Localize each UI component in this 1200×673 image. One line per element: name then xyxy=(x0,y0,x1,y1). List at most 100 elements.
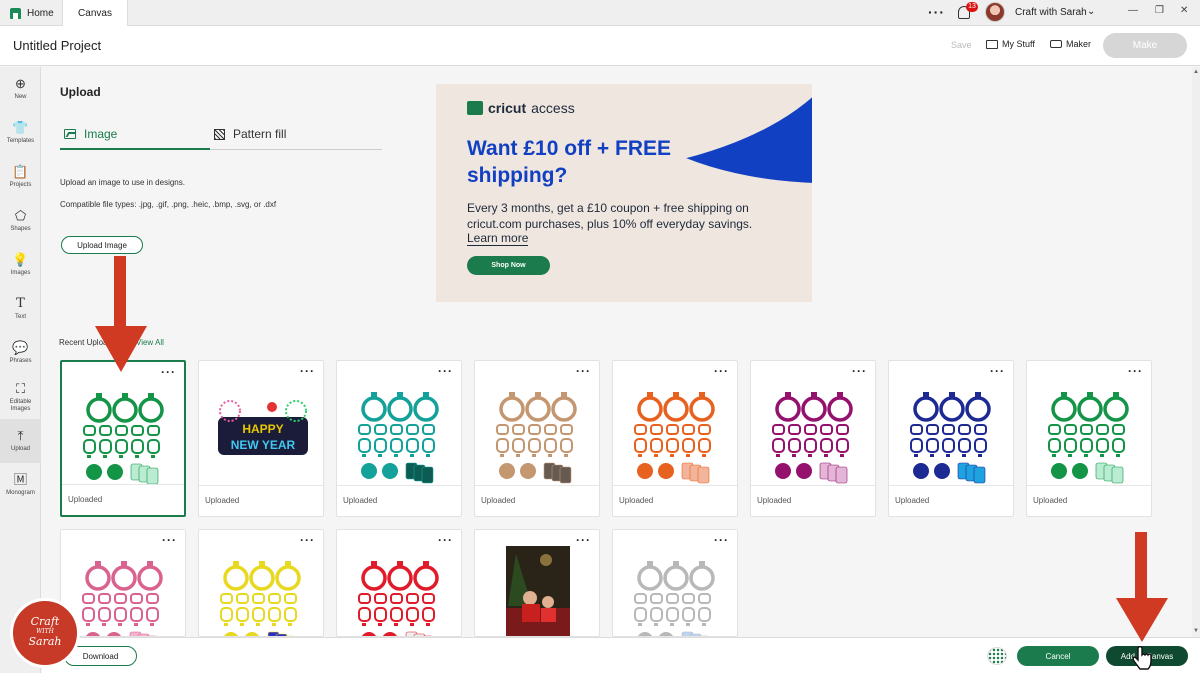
scroll-up-icon[interactable]: ▲ xyxy=(1193,69,1199,75)
upload-card[interactable]: ··· xyxy=(336,529,462,637)
card-more-icon[interactable]: ··· xyxy=(300,534,315,546)
sidebar-item-monogram[interactable]: 🄼 Monogram xyxy=(0,463,41,507)
ad-headline: Want £10 off + FREE shipping? xyxy=(467,137,672,187)
card-more-icon[interactable]: ··· xyxy=(162,534,177,546)
page-title[interactable]: Untitled Project xyxy=(13,38,101,53)
card-more-icon[interactable]: ··· xyxy=(852,365,867,377)
sidebar-item-new[interactable]: ⊕ New xyxy=(0,67,41,111)
upload-card[interactable]: ··· Uploaded xyxy=(888,360,1014,517)
scroll-down-icon[interactable]: ▼ xyxy=(1193,628,1199,634)
card-more-icon[interactable]: ··· xyxy=(438,365,453,377)
sidebar-item-phrases[interactable]: 💬 Phrases xyxy=(0,331,41,375)
card-more-icon[interactable]: ··· xyxy=(990,365,1005,377)
editable-image-icon: ⛶ xyxy=(15,380,26,396)
sidebar-item-editable-images[interactable]: ⛶ Editable Images xyxy=(0,375,41,419)
upload-card[interactable]: ··· Uploaded xyxy=(1026,360,1152,517)
pattern-icon xyxy=(214,128,225,140)
user-menu[interactable]: Craft with Sarah xyxy=(1015,7,1087,18)
active-tab-indicator xyxy=(60,148,210,150)
close-icon[interactable]: ✕ xyxy=(1180,5,1188,16)
plus-circle-icon: ⊕ xyxy=(15,76,26,91)
learn-more-link[interactable]: Learn more xyxy=(467,231,529,246)
shirt-icon: 👕 xyxy=(12,120,29,135)
cricut-access-ad[interactable]: cricut access Want £10 off + FREE shippi… xyxy=(436,84,812,302)
sidebar-item-upload[interactable]: ⤒ Upload xyxy=(0,419,41,463)
upload-card[interactable]: ··· xyxy=(612,529,738,637)
sidebar-item-label: Shapes xyxy=(10,226,31,232)
upload-thumbnail[interactable] xyxy=(475,361,599,487)
chevron-down-icon[interactable]: ⌄ xyxy=(1087,6,1095,17)
brand-cricut: cricut xyxy=(488,100,527,116)
shop-now-button[interactable]: Shop Now xyxy=(467,256,550,275)
sidebar-item-label: Templates xyxy=(6,138,35,144)
make-button[interactable]: Make xyxy=(1103,33,1187,58)
svg-text:NEW YEAR: NEW YEAR xyxy=(231,438,296,452)
sidebar-item-label: Editable Images xyxy=(9,398,32,412)
card-more-icon[interactable]: ··· xyxy=(438,534,453,546)
upload-thumbnail[interactable] xyxy=(751,361,875,487)
card-more-icon[interactable]: ··· xyxy=(714,365,729,377)
tab-home[interactable]: Home xyxy=(0,0,62,26)
logo-line-3: Sarah xyxy=(28,635,62,648)
image-icon xyxy=(64,129,76,139)
card-more-icon[interactable]: ··· xyxy=(1128,365,1143,377)
sidebar-item-projects[interactable]: 📋 Projects xyxy=(0,155,41,199)
card-more-icon[interactable]: ··· xyxy=(576,534,591,546)
upload-thumbnail[interactable] xyxy=(889,361,1013,487)
tab-pattern-label: Pattern fill xyxy=(233,127,287,141)
home-icon xyxy=(10,7,21,19)
maker-button[interactable]: Maker xyxy=(1050,39,1091,49)
upload-thumbnail[interactable]: HAPPY NEW YEAR xyxy=(199,361,323,487)
my-stuff-label: My Stuff xyxy=(1002,39,1035,49)
card-more-icon[interactable]: ··· xyxy=(714,534,729,546)
scrollbar[interactable] xyxy=(1192,67,1200,637)
cancel-button[interactable]: Cancel xyxy=(1017,646,1099,666)
my-stuff-button[interactable]: My Stuff xyxy=(986,39,1035,49)
tab-image[interactable]: Image xyxy=(64,127,117,141)
upload-card[interactable]: ··· Uploaded xyxy=(474,360,600,517)
sidebar-item-images[interactable]: 💡 Images xyxy=(0,243,41,287)
tab-canvas[interactable]: Canvas xyxy=(62,0,128,26)
machine-icon xyxy=(1050,40,1062,48)
upload-thumbnail[interactable] xyxy=(1027,361,1151,487)
sidebar-item-label: Projects xyxy=(9,182,32,188)
sidebar-item-templates[interactable]: 👕 Templates xyxy=(0,111,41,155)
upload-card[interactable]: ··· Uploaded xyxy=(750,360,876,517)
card-more-icon[interactable]: ··· xyxy=(576,365,591,377)
upload-card[interactable]: ··· xyxy=(60,529,186,637)
upload-image-button[interactable]: Upload Image xyxy=(61,236,143,254)
upload-card[interactable]: ··· Uploaded xyxy=(60,360,186,517)
upload-card[interactable]: ··· Uploaded xyxy=(336,360,462,517)
notification-badge: 13 xyxy=(966,2,978,12)
pattern-grid-icon[interactable] xyxy=(987,647,1007,665)
upload-card[interactable]: HAPPY NEW YEAR ··· Uploaded xyxy=(198,360,324,517)
restore-icon[interactable]: ❐ xyxy=(1155,5,1164,16)
sidebar-item-label: New xyxy=(14,94,27,100)
save-button[interactable]: Save xyxy=(951,40,972,50)
upload-icon: ⤒ xyxy=(17,428,24,443)
project-header: Untitled Project Save My Stuff Maker Mak… xyxy=(0,26,1200,66)
sidebar-item-label: Text xyxy=(14,314,26,320)
card-more-icon[interactable]: ··· xyxy=(161,366,176,378)
sidebar-item-shapes[interactable]: ⬠ Shapes xyxy=(0,199,41,243)
ad-body: Every 3 months, get a £10 coupon + free … xyxy=(467,201,753,231)
card-more-icon[interactable]: ··· xyxy=(300,365,315,377)
upload-card[interactable]: ··· xyxy=(198,529,324,637)
upload-thumbnail[interactable] xyxy=(337,361,461,487)
text-icon: T xyxy=(16,296,25,311)
upload-card[interactable]: ··· Uploaded xyxy=(612,360,738,517)
sidebar-item-label: Phrases xyxy=(9,358,32,364)
upload-heading: Upload xyxy=(60,85,101,99)
logo-line-2: WITH xyxy=(36,628,54,635)
sidebar-item-text[interactable]: T Text xyxy=(0,287,41,331)
avatar[interactable] xyxy=(985,2,1005,22)
upload-card[interactable]: ··· xyxy=(474,529,600,637)
upload-thumbnail[interactable] xyxy=(62,362,184,488)
brand-access: access xyxy=(531,100,575,116)
upload-description: Upload an image to use in designs. xyxy=(60,178,185,187)
upload-thumbnail[interactable] xyxy=(613,361,737,487)
tab-image-label: Image xyxy=(84,127,118,141)
tab-pattern-fill[interactable]: Pattern fill xyxy=(214,127,286,141)
minimize-icon[interactable]: — xyxy=(1128,5,1138,16)
more-options-icon[interactable]: ··· xyxy=(928,4,945,20)
